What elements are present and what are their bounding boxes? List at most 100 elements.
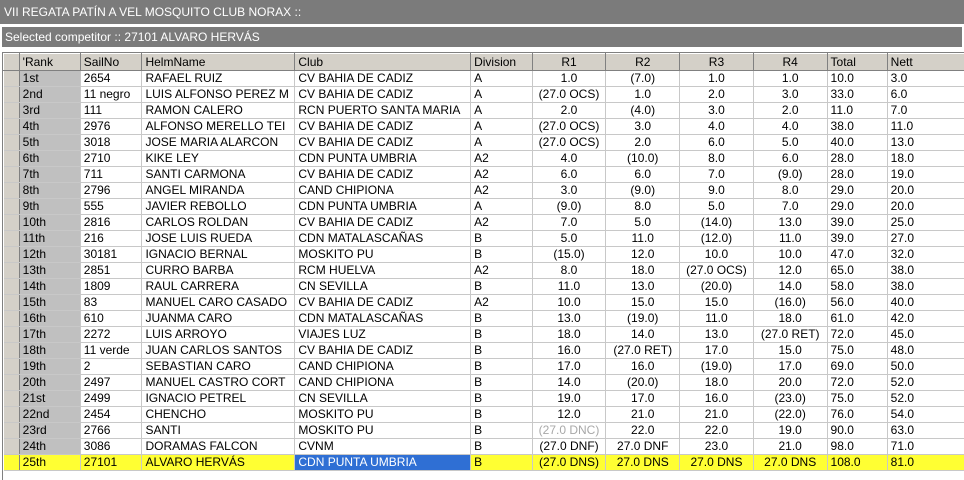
r4-cell[interactable]: (27.0 RET): [753, 327, 827, 343]
sailno-cell[interactable]: 11 verde: [80, 343, 142, 359]
table-row[interactable]: 15th83MANUEL CARO CASADOCV BAHIA DE CADI…: [4, 295, 964, 311]
total-cell[interactable]: 38.0: [827, 119, 887, 135]
table-row[interactable]: 1st2654RAFAEL RUIZCV BAHIA DE CADIZA1.0(…: [4, 71, 964, 87]
r4-cell[interactable]: 14.0: [753, 279, 827, 295]
division-cell[interactable]: B: [471, 279, 533, 295]
club-cell[interactable]: CN SEVILLA: [295, 279, 471, 295]
rank-cell[interactable]: 1st: [19, 71, 80, 87]
table-row[interactable]: 9th555JAVIER REBOLLOCDN PUNTA UMBRIAA(9.…: [4, 199, 964, 215]
r1-cell[interactable]: (27.0 DNF): [532, 439, 606, 455]
r4-cell[interactable]: 4.0: [753, 119, 827, 135]
nett-cell[interactable]: 38.0: [887, 279, 964, 295]
r3-cell[interactable]: 8.0: [680, 151, 754, 167]
division-cell[interactable]: A2: [471, 183, 533, 199]
r4-cell[interactable]: (23.0): [753, 391, 827, 407]
division-cell[interactable]: A: [471, 199, 533, 215]
sailno-cell[interactable]: 2499: [80, 391, 142, 407]
column-header-division[interactable]: Division: [471, 54, 533, 71]
r1-cell[interactable]: 11.0: [532, 279, 606, 295]
club-cell[interactable]: CV BAHIA DE CADIZ: [295, 343, 471, 359]
table-row-selected[interactable]: 25th27101ALVARO HERVÁSCDN PUNTA UMBRIAB(…: [4, 455, 964, 471]
r2-cell[interactable]: (4.0): [606, 103, 680, 119]
nett-cell[interactable]: 71.0: [887, 439, 964, 455]
column-header-r2[interactable]: R2: [606, 54, 680, 71]
r4-cell[interactable]: 18.0: [753, 311, 827, 327]
sailno-cell[interactable]: 2851: [80, 263, 142, 279]
table-row[interactable]: 11th216JOSE LUIS RUEDACDN MATALASCAÑASB5…: [4, 231, 964, 247]
sailno-cell[interactable]: 2816: [80, 215, 142, 231]
division-cell[interactable]: A2: [471, 215, 533, 231]
helmname-cell[interactable]: LUIS ARROYO: [142, 327, 295, 343]
total-cell[interactable]: 40.0: [827, 135, 887, 151]
row-indicator[interactable]: [4, 359, 20, 375]
club-cell[interactable]: CDN PUNTA UMBRIA: [295, 455, 471, 471]
column-header-sailno[interactable]: SailNo: [80, 54, 142, 71]
row-indicator[interactable]: [4, 183, 20, 199]
rank-cell[interactable]: 20th: [19, 375, 80, 391]
r1-cell[interactable]: 8.0: [532, 263, 606, 279]
r3-cell[interactable]: 23.0: [680, 439, 754, 455]
rank-cell[interactable]: 9th: [19, 199, 80, 215]
r3-cell[interactable]: (14.0): [680, 215, 754, 231]
sailno-cell[interactable]: 3086: [80, 439, 142, 455]
club-cell[interactable]: CDN PUNTA UMBRIA: [295, 151, 471, 167]
rank-cell[interactable]: 23rd: [19, 423, 80, 439]
sailno-cell[interactable]: 216: [80, 231, 142, 247]
rank-cell[interactable]: 21st: [19, 391, 80, 407]
sailno-cell[interactable]: 711: [80, 167, 142, 183]
row-indicator[interactable]: [4, 455, 20, 471]
r4-cell[interactable]: 2.0: [753, 103, 827, 119]
row-indicator[interactable]: [4, 119, 20, 135]
r1-cell[interactable]: 7.0: [532, 215, 606, 231]
total-cell[interactable]: 90.0: [827, 423, 887, 439]
sailno-cell[interactable]: 2710: [80, 151, 142, 167]
nett-cell[interactable]: 45.0: [887, 327, 964, 343]
sailno-cell[interactable]: 2: [80, 359, 142, 375]
sailno-cell[interactable]: 2766: [80, 423, 142, 439]
r2-cell[interactable]: 15.0: [606, 295, 680, 311]
r1-cell[interactable]: (27.0 OCS): [532, 135, 606, 151]
r3-cell[interactable]: 13.0: [680, 327, 754, 343]
sailno-cell[interactable]: 3018: [80, 135, 142, 151]
r2-cell[interactable]: 5.0: [606, 215, 680, 231]
table-row[interactable]: 18th11 verdeJUAN CARLOS SANTOSCV BAHIA D…: [4, 343, 964, 359]
total-cell[interactable]: 10.0: [827, 71, 887, 87]
rank-cell[interactable]: 12th: [19, 247, 80, 263]
row-indicator[interactable]: [4, 151, 20, 167]
total-cell[interactable]: 39.0: [827, 231, 887, 247]
r1-cell[interactable]: 16.0: [532, 343, 606, 359]
division-cell[interactable]: A2: [471, 295, 533, 311]
table-row[interactable]: 23rd2766SANTIMOSKITO PUB(27.0 DNC)22.022…: [4, 423, 964, 439]
r3-cell[interactable]: 6.0: [680, 135, 754, 151]
division-cell[interactable]: B: [471, 359, 533, 375]
r1-cell[interactable]: 2.0: [532, 103, 606, 119]
helmname-cell[interactable]: RAUL CARRERA: [142, 279, 295, 295]
sailno-cell[interactable]: 2272: [80, 327, 142, 343]
nett-cell[interactable]: 19.0: [887, 167, 964, 183]
club-cell[interactable]: CV BAHIA DE CADIZ: [295, 119, 471, 135]
nett-cell[interactable]: 18.0: [887, 151, 964, 167]
r4-cell[interactable]: 27.0 DNS: [753, 455, 827, 471]
club-cell[interactable]: CV BAHIA DE CADIZ: [295, 71, 471, 87]
sailno-cell[interactable]: 27101: [80, 455, 142, 471]
rank-cell[interactable]: 22nd: [19, 407, 80, 423]
sailno-cell[interactable]: 2497: [80, 375, 142, 391]
rank-cell[interactable]: 17th: [19, 327, 80, 343]
r1-cell[interactable]: (27.0 DNC): [532, 423, 606, 439]
nett-cell[interactable]: 81.0: [887, 455, 964, 471]
division-cell[interactable]: A2: [471, 263, 533, 279]
table-row[interactable]: 6th2710KIKE LEYCDN PUNTA UMBRIAA24.0(10.…: [4, 151, 964, 167]
total-cell[interactable]: 65.0: [827, 263, 887, 279]
row-indicator[interactable]: [4, 199, 20, 215]
helmname-cell[interactable]: IGNACIO PETREL: [142, 391, 295, 407]
r2-cell[interactable]: 27.0 DNS: [606, 455, 680, 471]
r3-cell[interactable]: 4.0: [680, 119, 754, 135]
r4-cell[interactable]: 17.0: [753, 359, 827, 375]
total-cell[interactable]: 58.0: [827, 279, 887, 295]
r3-cell[interactable]: 27.0 DNS: [680, 455, 754, 471]
rank-cell[interactable]: 14th: [19, 279, 80, 295]
r2-cell[interactable]: (10.0): [606, 151, 680, 167]
r1-cell[interactable]: 3.0: [532, 183, 606, 199]
column-header-nett[interactable]: Nett: [887, 54, 964, 71]
total-cell[interactable]: 47.0: [827, 247, 887, 263]
